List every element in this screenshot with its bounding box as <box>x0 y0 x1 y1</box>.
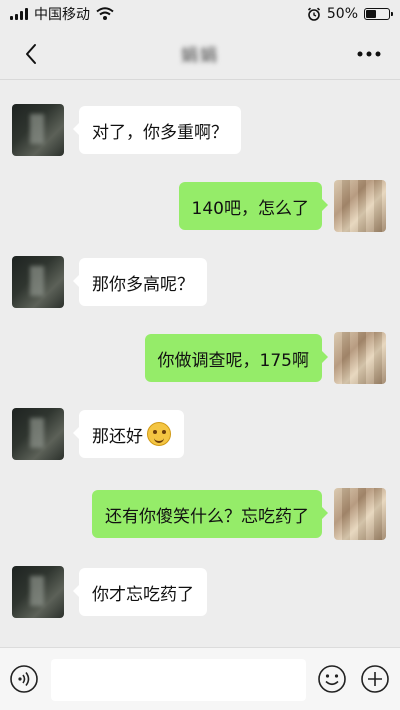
message-text: 对了，你多重啊？ <box>92 122 228 143</box>
message-text: 140吧，怎么了 <box>191 198 309 219</box>
ellipsis-icon <box>357 51 381 56</box>
message-row: 你才忘吃药了 <box>0 566 400 622</box>
message-bubble[interactable]: 你做调查呢，175啊 <box>144 334 329 382</box>
message-list[interactable]: 对了，你多重啊？ 140吧，怎么了 那你多高呢？ 你做调查呢，175啊 那还好 … <box>0 80 400 645</box>
message-row: 你做调查呢，175啊 <box>0 332 400 388</box>
chat-header: 娟娟 <box>0 28 400 80</box>
chevron-left-icon <box>26 43 36 64</box>
plus-icon <box>361 665 389 693</box>
message-row: 还有你傻笑什么？忘吃药了 <box>0 488 400 544</box>
battery-percent: 50% <box>326 6 358 22</box>
wifi-icon <box>96 7 114 20</box>
message-row: 140吧，怎么了 <box>0 180 400 236</box>
more-button[interactable] <box>352 37 386 71</box>
self-avatar[interactable] <box>334 180 386 232</box>
message-text: 你做调查呢，175啊 <box>157 350 309 371</box>
back-button[interactable] <box>14 37 48 71</box>
contact-name: 娟娟 <box>181 46 219 66</box>
signal-icon <box>10 8 28 20</box>
message-bubble[interactable]: 那还好 <box>73 410 184 458</box>
peer-avatar[interactable] <box>12 566 64 618</box>
message-bubble[interactable]: 你才忘吃药了 <box>73 568 207 616</box>
self-avatar[interactable] <box>334 488 386 540</box>
status-left: 中国移动 <box>10 4 114 24</box>
battery-icon <box>364 8 393 20</box>
message-bubble[interactable]: 还有你傻笑什么？忘吃药了 <box>92 490 328 538</box>
message-bubble[interactable]: 140吧，怎么了 <box>178 182 329 230</box>
peer-avatar[interactable] <box>12 104 64 156</box>
input-bar <box>0 647 400 710</box>
message-row: 那还好 <box>0 408 400 464</box>
message-bubble[interactable]: 对了，你多重啊？ <box>73 106 241 154</box>
message-text: 那还好 <box>92 426 143 447</box>
self-avatar[interactable] <box>334 332 386 384</box>
status-bar: 中国移动 50% <box>0 0 400 28</box>
chat-title: 娟娟 <box>0 41 400 66</box>
plus-button[interactable] <box>360 664 390 694</box>
carrier-label: 中国移动 <box>34 7 90 23</box>
voice-icon <box>10 665 38 693</box>
emoji-icon <box>318 665 346 693</box>
peer-avatar[interactable] <box>12 256 64 308</box>
message-row: 对了，你多重啊？ <box>0 104 400 160</box>
thinking-emoji-icon <box>147 422 171 446</box>
voice-button[interactable] <box>9 664 39 694</box>
message-text: 你才忘吃药了 <box>92 584 194 605</box>
alarm-icon <box>307 7 320 21</box>
status-right: 50% <box>307 6 393 22</box>
emoji-button[interactable] <box>317 664 347 694</box>
message-input[interactable] <box>51 659 306 701</box>
message-row: 那你多高呢？ <box>0 256 400 312</box>
message-text: 还有你傻笑什么？忘吃药了 <box>105 506 309 527</box>
message-bubble[interactable]: 那你多高呢？ <box>73 258 207 306</box>
peer-avatar[interactable] <box>12 408 64 460</box>
message-text: 那你多高呢？ <box>92 274 194 295</box>
battery-fill <box>366 10 376 18</box>
